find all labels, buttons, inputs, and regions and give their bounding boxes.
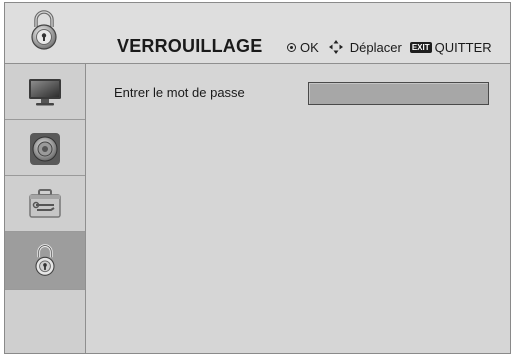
sidebar-item-lock[interactable] — [5, 232, 85, 290]
page-title: VERROUILLAGE — [117, 36, 263, 56]
arrow-keys-icon — [328, 40, 343, 54]
sidebar-item-sound[interactable] — [5, 120, 85, 176]
sidebar-empty-slot — [5, 290, 85, 353]
ok-hint-label: OK — [300, 39, 319, 55]
sidebar — [5, 64, 86, 353]
password-field[interactable] — [308, 82, 489, 105]
exit-key-badge: EXIT — [409, 41, 432, 53]
ok-button-icon — [287, 42, 296, 52]
exit-hint-label: QUITTER — [434, 39, 492, 55]
padlock-icon — [35, 244, 55, 276]
header-icon-cell — [5, 3, 85, 63]
password-label: Entrer le mot de passe — [114, 85, 245, 100]
tv-icon — [29, 79, 61, 106]
move-hint-label: Déplacer — [349, 39, 402, 55]
sidebar-item-picture[interactable] — [5, 64, 85, 120]
osd-panel: VERROUILLAGE OK Déplacer EXIT QUITTER En… — [4, 2, 511, 354]
speaker-icon — [30, 133, 60, 165]
toolbox-icon — [29, 189, 61, 218]
header-bar: VERROUILLAGE OK Déplacer EXIT QUITTER — [5, 3, 510, 64]
key-hints: OK Déplacer EXIT QUITTER — [287, 39, 492, 55]
sidebar-item-setup[interactable] — [5, 176, 85, 232]
content-panel: Entrer le mot de passe — [86, 64, 510, 353]
padlock-icon — [31, 10, 57, 50]
